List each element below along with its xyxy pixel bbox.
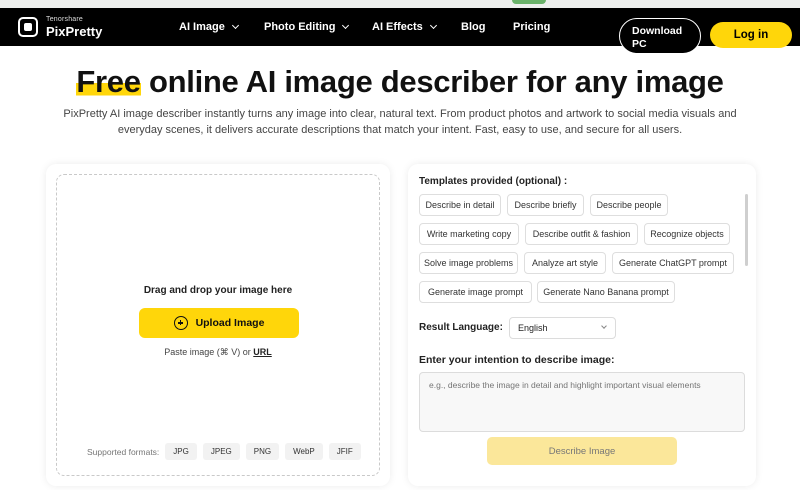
top-indicator <box>512 0 546 4</box>
brand-name: PixPretty <box>46 24 103 39</box>
nav-item-pricing[interactable]: Pricing <box>513 21 550 33</box>
intent-label: Enter your intention to describe image: <box>419 354 615 366</box>
format-badge: JPG <box>165 443 197 460</box>
template-chip[interactable]: Generate image prompt <box>419 281 532 303</box>
chevron-down-icon <box>601 323 607 329</box>
nav-item-blog[interactable]: Blog <box>461 21 485 33</box>
language-label: Result Language: <box>419 322 503 333</box>
describer-panel: Templates provided (optional) : Describe… <box>408 164 756 486</box>
brand-logo[interactable]: Tenorshare PixPretty <box>18 16 102 38</box>
template-chip[interactable]: Write marketing copy <box>419 223 519 245</box>
template-chip[interactable]: Analyze art style <box>524 252 606 274</box>
describe-image-button[interactable]: Describe Image <box>487 437 677 465</box>
paste-hint: Paste image (⌘ V) or URL <box>57 347 379 358</box>
template-chip[interactable]: Generate Nano Banana prompt <box>537 281 675 303</box>
templates-label: Templates provided (optional) : <box>419 176 568 187</box>
plus-circle-icon <box>173 316 188 330</box>
nav-item-label: Photo Editing <box>264 21 336 33</box>
upload-button-label: Upload Image <box>195 317 265 329</box>
nav-item-photo-editing[interactable]: Photo Editing <box>264 21 350 33</box>
nav-item-label: Pricing <box>513 21 551 33</box>
top-navbar: Tenorshare PixPretty AI Image Photo Edit… <box>0 8 800 54</box>
template-chip[interactable]: Describe in detail <box>419 194 501 216</box>
nav-item-ai-image[interactable]: AI Image <box>179 21 239 33</box>
template-chip[interactable]: Solve image problems <box>419 252 518 274</box>
title-rest: online AI image describer for any image <box>140 64 724 99</box>
template-chip[interactable]: Generate ChatGPT prompt <box>612 252 734 274</box>
chevron-down-icon <box>231 21 239 30</box>
language-select[interactable]: English <box>509 317 616 339</box>
image-dropzone[interactable]: Drag and drop your image here Upload Ima… <box>56 174 380 476</box>
nav-item-label: Blog <box>461 21 486 33</box>
page-subtitle: PixPretty AI image describer instantly t… <box>63 108 737 136</box>
nav-item-label: AI Effects <box>372 21 423 33</box>
chevron-down-icon <box>429 21 437 30</box>
template-chip[interactable]: Describe briefly <box>507 194 584 216</box>
nav-item-label: AI Image <box>179 21 225 33</box>
language-value: English <box>518 323 548 333</box>
logo-icon <box>18 17 38 37</box>
browser-top-strip <box>0 0 800 8</box>
template-chip[interactable]: Describe people <box>590 194 668 216</box>
page-title: Free online AI image describer for any i… <box>0 64 800 100</box>
format-badge: PNG <box>245 443 280 460</box>
login-button[interactable]: Log in <box>710 22 792 48</box>
template-chip[interactable]: Recognize objects <box>644 223 730 245</box>
dropzone-title: Drag and drop your image here <box>143 285 293 296</box>
format-badge: JPEG <box>202 443 240 460</box>
nav-item-ai-effects[interactable]: AI Effects <box>372 21 437 33</box>
title-highlight: Free <box>76 64 141 99</box>
download-label-line2: PC <box>632 38 647 50</box>
download-label-line1: Download <box>632 25 683 37</box>
download-pc-button[interactable]: Download PC <box>619 18 701 54</box>
formats-label: Supported formats: <box>87 446 160 457</box>
upload-image-button[interactable]: Upload Image <box>139 308 299 338</box>
format-badge: JFIF <box>328 443 361 460</box>
url-link[interactable]: URL <box>253 347 272 357</box>
format-badge: WebP <box>285 443 323 460</box>
upload-card: Drag and drop your image here Upload Ima… <box>46 164 390 486</box>
brand-company: Tenorshare <box>46 16 84 23</box>
intent-textarea[interactable] <box>419 372 745 432</box>
supported-formats: Supported formats: JPG JPEG PNG WebP JFI… <box>87 443 361 460</box>
chevron-down-icon <box>342 21 350 30</box>
templates-scrollbar[interactable] <box>745 194 748 266</box>
template-chip[interactable]: Describe outfit & fashion <box>525 223 638 245</box>
paste-text: Paste image (⌘ V) or <box>164 347 254 357</box>
